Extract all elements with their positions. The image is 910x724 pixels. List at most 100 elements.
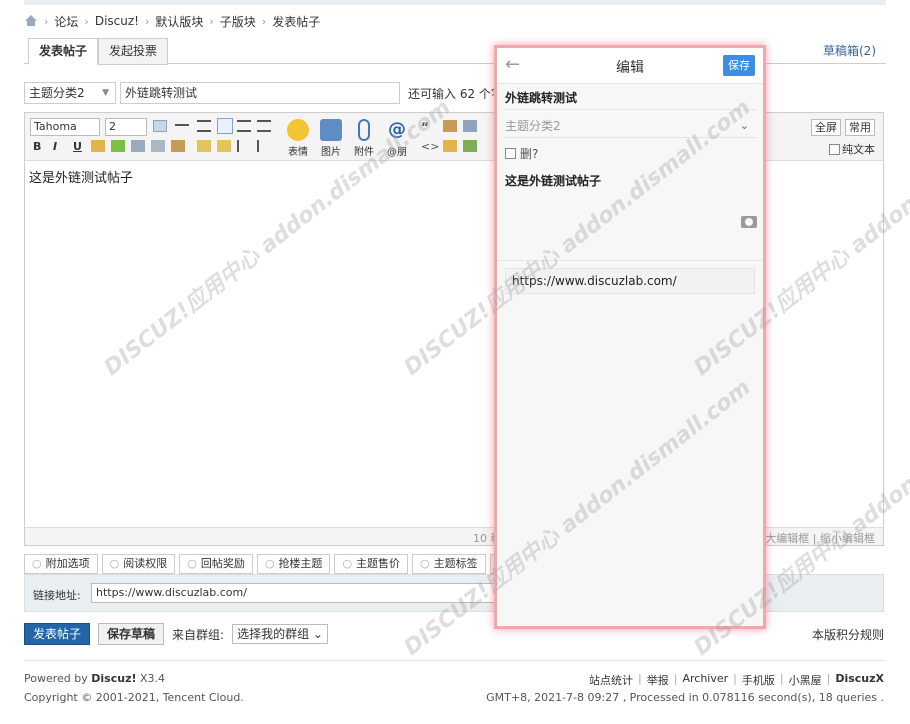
footer-link-archiver[interactable]: Archiver (682, 672, 728, 688)
breadcrumb-separator: › (261, 14, 267, 28)
code-icon[interactable]: <> (421, 140, 439, 153)
footer-link-mobile[interactable]: 手机版 (742, 672, 775, 688)
footer-link-report[interactable]: 举报 (647, 672, 669, 688)
subject-row: 主题分类2 ▼ 外链跳转测试 还可输入 62 个字符 (24, 82, 515, 104)
home-icon[interactable] (24, 15, 38, 27)
hr-icon[interactable] (175, 124, 189, 126)
powered-version: X3.4 (140, 672, 166, 685)
option-tab[interactable]: ○ 附加选项 (24, 554, 98, 574)
save-draft-button[interactable]: 保存草稿 (98, 623, 165, 645)
breadcrumb-separator: › (84, 14, 89, 28)
align-right-icon[interactable] (237, 120, 251, 132)
link-url-label: 链接地址: (33, 589, 81, 602)
bold-button[interactable]: B (33, 140, 41, 153)
free-icon[interactable] (443, 120, 457, 132)
tab-new-thread[interactable]: 发表帖子 (28, 38, 99, 65)
extra-options-tabs: ○附加选项 ○阅读权限 ○回帖奖励 ○抢楼主题 ○主题售价 ○主题标签 ○跳转 (24, 554, 542, 574)
footer-separator: | (733, 672, 737, 685)
mobile-edit-panel: ← 编辑 保存 外链跳转测试 主题分类2 ⌄ 删? 这是外链测试帖子 https… (494, 45, 766, 629)
at-label: @朋 (387, 147, 407, 158)
camera-icon[interactable] (741, 216, 757, 228)
mobile-anonymous-option[interactable]: 删? (503, 144, 757, 162)
unordered-list-icon[interactable] (257, 140, 271, 152)
footer-separator: | (779, 672, 784, 685)
option-bullet: ○ (109, 557, 120, 570)
footer-separator: | (826, 672, 831, 685)
option-tab[interactable]: ○ 抢楼主题 (256, 554, 331, 574)
powered-prefix: Powered by (24, 672, 88, 685)
quote-icon[interactable]: “ (421, 120, 435, 134)
mobile-subject-input[interactable]: 外链跳转测试 (503, 88, 757, 110)
ordered-list-icon[interactable] (237, 140, 251, 152)
breadcrumb-sub-board[interactable]: 子版块 (220, 13, 256, 30)
editor-resize-links[interactable]: 大编辑框 | 缩小编辑框 (765, 530, 875, 546)
credit-rules-link[interactable]: 本版积分规则 (812, 626, 884, 643)
fullscreen-button[interactable]: 全屏 (811, 119, 841, 136)
breadcrumb-discuz[interactable]: Discuz! (95, 14, 139, 28)
tab-new-poll[interactable]: 发起投票 (98, 38, 169, 65)
powered-by: Powered by Discuz! X3.4 (24, 672, 165, 685)
image-button[interactable]: 图片 (318, 119, 344, 158)
option-tab[interactable]: ○ 主题售价 (334, 554, 409, 574)
format-painter-icon[interactable] (151, 140, 165, 152)
option-bullet: ○ (32, 557, 42, 570)
category-select[interactable]: 主题分类2 ▼ (24, 82, 116, 104)
chevron-down-icon: ⌄ (739, 119, 749, 132)
float-right-icon[interactable] (217, 140, 231, 152)
editor-content[interactable]: 这是外链测试帖子 (29, 167, 133, 186)
align-center-icon[interactable] (217, 118, 233, 134)
top-strip (24, 0, 886, 5)
footer-link-blackroom[interactable]: 小黑屋 (789, 672, 822, 688)
image-icon (320, 119, 342, 141)
breadcrumb-separator: › (144, 14, 150, 28)
clear-format-icon[interactable] (171, 140, 185, 152)
footer-brand[interactable]: DiscuzX (835, 672, 884, 688)
at-button[interactable]: @ @朋 (384, 119, 410, 158)
breadcrumb-separator: › (209, 14, 214, 28)
powered-brand[interactable]: Discuz! (91, 672, 136, 685)
subject-input[interactable]: 外链跳转测试 (120, 82, 400, 104)
hide-icon[interactable] (443, 140, 457, 152)
copyright: Copyright © 2001-2021, Tencent Cloud. (24, 691, 244, 704)
breadcrumb-default-board[interactable]: 默认版块 (155, 13, 203, 30)
breadcrumb-forum[interactable]: 论坛 (54, 13, 78, 30)
underline-button[interactable]: U (73, 140, 82, 153)
mobile-link-input[interactable]: https://www.discuzlab.com/ (505, 268, 755, 294)
italic-button[interactable]: I (53, 140, 57, 153)
common-button[interactable]: 常用 (845, 119, 875, 136)
plaintext-label: 纯文本 (842, 143, 875, 156)
font-select[interactable]: Tahoma (30, 118, 100, 136)
bgcolor-icon[interactable] (153, 120, 167, 132)
align-left-icon[interactable] (197, 120, 211, 132)
mobile-category-select[interactable]: 主题分类2 ⌄ (503, 116, 757, 138)
option-label: 回帖奖励 (200, 557, 245, 570)
mobile-save-button[interactable]: 保存 (723, 55, 755, 76)
drafts-link[interactable]: 草稿箱(2) (823, 42, 876, 59)
float-left-icon[interactable] (197, 140, 211, 152)
table-icon[interactable] (463, 120, 477, 132)
unlink-icon[interactable] (131, 140, 145, 152)
mobile-anonymous-checkbox[interactable] (505, 147, 516, 159)
footer-links: 站点统计 | 举报 | Archiver | 手机版 | 小黑屋 | DiscuzX (589, 672, 884, 688)
plaintext-checkbox[interactable] (829, 143, 840, 155)
image-label: 图片 (321, 147, 341, 158)
justify-icon[interactable] (257, 120, 271, 132)
option-label: 主题标签 (433, 557, 478, 570)
submit-thread-button[interactable]: 发表帖子 (24, 623, 91, 645)
option-tab[interactable]: ○ 回帖奖励 (179, 554, 253, 574)
link-url-input[interactable]: https://www.discuzlab.com/ (91, 583, 501, 603)
footer-link-stats[interactable]: 站点统计 (589, 672, 633, 688)
emoji-button[interactable]: 表情 (285, 119, 311, 158)
attachment-button[interactable]: 附件 (351, 119, 377, 158)
password-icon[interactable] (463, 140, 477, 152)
option-bullet: ○ (264, 557, 275, 570)
group-select[interactable]: 选择我的群组 ⌄ (232, 624, 328, 644)
plaintext-toggle[interactable]: 纯文本 (829, 141, 875, 157)
link-icon[interactable] (111, 140, 125, 152)
mobile-body-textarea[interactable]: 这是外链测试帖子 (503, 172, 757, 192)
font-color-icon[interactable] (91, 140, 105, 152)
option-tab[interactable]: ○ 阅读权限 (101, 554, 176, 574)
option-tab[interactable]: ○ 主题标签 (412, 554, 486, 574)
font-size-select[interactable]: 2 (105, 118, 147, 136)
mobile-divider (497, 260, 763, 261)
